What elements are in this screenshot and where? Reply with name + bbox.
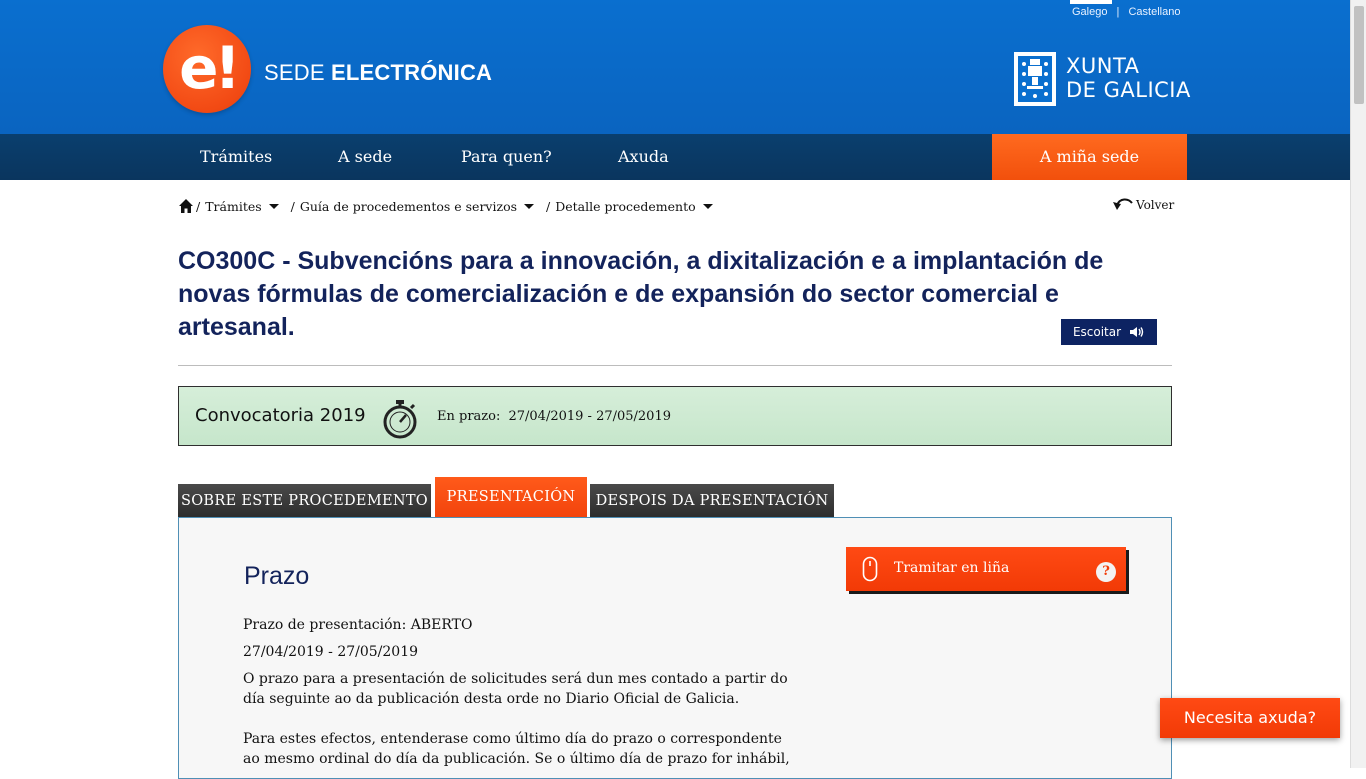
- deadline-dates: 27/04/2019 - 27/05/2019: [243, 644, 419, 660]
- deadline-paragraph-2: Para estes efectos, entenderase como últ…: [243, 731, 790, 767]
- section-heading-prazo: Prazo: [244, 562, 310, 590]
- scrollbar-thumb[interactable]: [1354, 6, 1364, 104]
- my-sede-button[interactable]: A miña sede: [992, 134, 1187, 180]
- breadcrumb-separator: /: [290, 198, 295, 214]
- sede-logo[interactable]: e!: [163, 25, 251, 113]
- brand-prefix: SEDE: [264, 60, 332, 85]
- back-label: Volver: [1136, 198, 1175, 212]
- tab-sobre-procedemento[interactable]: SOBRE ESTE PROCEDEMENTO: [178, 484, 431, 518]
- brand-bold: ELECTRÓNICA: [331, 60, 493, 85]
- page-title: CO300C - Subvencións para a innovación, …: [178, 247, 1104, 341]
- language-castellano[interactable]: Castellano: [1128, 6, 1180, 18]
- tramitar-online-button[interactable]: Tramitar en liña ?: [846, 547, 1126, 591]
- breadcrumb-separator: /: [196, 198, 201, 214]
- help-widget-button[interactable]: Necesita axuda?: [1160, 698, 1340, 738]
- back-arrow-icon: [1113, 198, 1133, 210]
- nav-item-para-quen[interactable]: Para quen?: [461, 134, 552, 180]
- period-label: En prazo:: [437, 409, 501, 424]
- tramitar-label: Tramitar en liña: [894, 560, 1010, 576]
- listen-label: Escoitar: [1072, 325, 1122, 339]
- period-dates: 27/04/2019 - 27/05/2019: [508, 409, 671, 424]
- nav-item-a-sede[interactable]: A sede: [338, 134, 392, 180]
- chevron-down-icon[interactable]: [524, 203, 535, 209]
- galicia-crest-icon: [1014, 52, 1056, 106]
- convocatoria-period: En prazo: 27/04/2019 - 27/05/2019: [437, 409, 671, 424]
- deadline-status: Prazo de presentación: ABERTO: [243, 617, 473, 633]
- breadcrumb-tramites[interactable]: Trámites: [205, 199, 282, 214]
- site-header: Galego | Castellano e! SEDE ELECTRÓNICA: [0, 0, 1350, 134]
- title-divider: [178, 365, 1172, 366]
- chevron-down-icon[interactable]: [702, 203, 713, 209]
- breadcrumb-tramites-label: Trámites: [205, 198, 262, 214]
- convocatoria-box: Convocatoria 2019 En prazo: 27/04/2019 -…: [178, 386, 1172, 446]
- breadcrumb-detalle[interactable]: Detalle procedemento: [555, 199, 716, 214]
- convocatoria-label: Convocatoria 2019: [195, 405, 366, 426]
- home-icon[interactable]: [178, 198, 194, 214]
- logo-glyph: e!: [179, 34, 241, 102]
- breadcrumb-guia[interactable]: Guía de procedementos e servizos: [300, 199, 538, 214]
- breadcrumb-detalle-label: Detalle procedemento: [555, 198, 696, 214]
- active-language-marker: [1070, 0, 1112, 4]
- page-scrollbar[interactable]: [1350, 0, 1366, 768]
- tab-presentacion[interactable]: PRESENTACIÓN: [435, 477, 587, 518]
- xunta-wordmark: XUNTA DE GALICIA: [1066, 54, 1191, 102]
- listen-button[interactable]: Escoitar: [1061, 319, 1157, 345]
- language-galego[interactable]: Galego: [1072, 6, 1107, 18]
- brand-title[interactable]: SEDE ELECTRÓNICA: [264, 60, 492, 86]
- xunta-line1: XUNTA: [1066, 54, 1140, 78]
- stopwatch-icon: [383, 400, 417, 439]
- back-link[interactable]: Volver: [1112, 197, 1174, 213]
- main-nav: Trámites A sede Para quen? Axuda A miña …: [0, 134, 1350, 180]
- mouse-icon: [862, 556, 878, 582]
- breadcrumb-guia-label: Guía de procedementos e servizos: [299, 198, 518, 214]
- nav-item-tramites[interactable]: Trámites: [200, 134, 272, 180]
- breadcrumb-separator: /: [546, 198, 551, 214]
- breadcrumb: / Trámites / Guía de procedementos e ser…: [178, 198, 723, 214]
- language-separator: |: [1116, 6, 1120, 18]
- language-switcher: Galego | Castellano: [1070, 0, 1180, 18]
- tab-despois-presentacion[interactable]: DESPOIS DA PRESENTACIÓN: [590, 484, 834, 518]
- xunta-line2: DE GALICIA: [1066, 78, 1191, 102]
- speaker-icon: [1130, 327, 1144, 337]
- nav-item-axuda[interactable]: Axuda: [618, 134, 669, 180]
- deadline-paragraph-1: O prazo para a presentación de solicitud…: [243, 671, 788, 707]
- chevron-down-icon[interactable]: [268, 203, 279, 209]
- help-icon[interactable]: ?: [1096, 562, 1116, 582]
- crest-shape-icon: [1022, 59, 1048, 98]
